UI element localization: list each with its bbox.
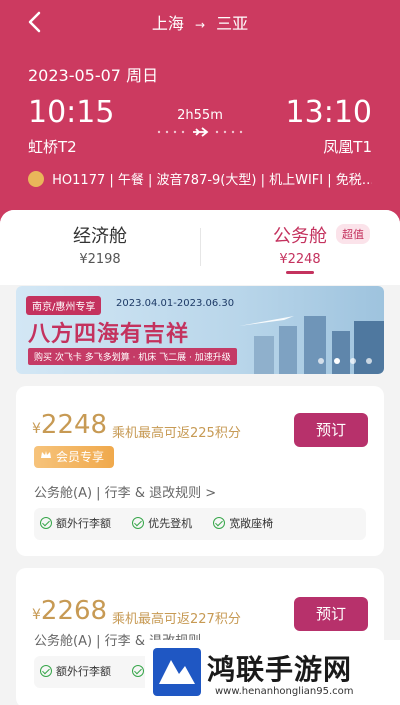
member-label: 会员专享 <box>56 450 105 464</box>
crown-icon <box>41 451 51 458</box>
perk-item: 宽敞座椅 <box>213 508 273 540</box>
banner-date: 2023.04.01-2023.06.30 <box>116 298 235 309</box>
fare-price: ¥2268 <box>32 596 107 626</box>
fare-card: ¥2248 乘机最高可返225积分 预订 会员专享 公务舱(A) | 行李 & … <box>16 386 384 556</box>
book-button[interactable]: 预订 <box>294 597 368 631</box>
flight-info[interactable]: HO1177 | 午餐 | 波音787-9(大型) | 机上WIFI | 免税… <box>28 169 372 188</box>
check-icon <box>40 517 52 529</box>
carousel-dot[interactable] <box>349 358 356 364</box>
perk-label: 优先登机 <box>148 517 193 530</box>
perk-label: 宽敞座椅 <box>229 517 274 530</box>
tab-business[interactable]: 公务舱 ¥2248 <box>200 210 400 285</box>
promo-banner[interactable]: 南京/惠州专享 2023.04.01-2023.06.30 八方四海有吉祥 购买… <box>16 286 384 374</box>
carousel-dot-active[interactable] <box>333 358 340 364</box>
site-watermark: 鸿联手游网 www.henanhonglian95.com <box>145 640 400 705</box>
tab-economy-label: 经济舱 <box>73 226 127 247</box>
currency-symbol: ¥ <box>32 421 41 437</box>
airline-logo-icon <box>28 171 44 187</box>
tab-economy[interactable]: 经济舱 ¥2198 <box>0 210 200 285</box>
watermark-title: 鸿联手游网 <box>207 653 353 686</box>
carousel-dot[interactable] <box>317 358 324 364</box>
check-icon <box>213 517 226 529</box>
cabin-tabs: 经济舱 ¥2198 公务舱 ¥2248 超值 <box>0 210 400 285</box>
flight-date: 2023-05-07 周日 <box>28 66 159 85</box>
fare-price: ¥2248 <box>32 410 107 440</box>
tab-business-label: 公务舱 <box>273 226 327 247</box>
perk-label: 额外行李额 <box>56 665 111 678</box>
perk-item: 额外行李额 <box>40 508 111 540</box>
book-button[interactable]: 预订 <box>294 413 368 447</box>
flight-header: 上海 → 三亚 2023-05-07 周日 10:15 13:10 2h55m … <box>0 0 400 240</box>
flight-duration: 2h55m <box>177 108 223 123</box>
fare-points: 乘机最高可返225积分 <box>112 426 241 441</box>
tab-economy-price: ¥2198 <box>79 252 121 267</box>
watermark-url: www.henanhonglian95.com <box>215 686 354 697</box>
banner-subline: 购买 次飞卡 多飞多划算 · 机床 飞二展 · 加速升级 <box>28 348 237 365</box>
carousel-dots[interactable] <box>313 349 372 368</box>
value-badge: 超值 <box>336 224 370 244</box>
banner-tag: 南京/惠州专享 <box>26 296 102 315</box>
carousel-dot[interactable] <box>366 358 372 364</box>
fare-amount: 2248 <box>40 410 108 440</box>
flight-info-text: HO1177 | 午餐 | 波音787-9(大型) | 机上WIFI | 免税… <box>52 173 372 188</box>
check-icon <box>132 517 145 529</box>
member-badge: 会员专享 <box>34 446 115 468</box>
perk-item: 额外行李额 <box>40 656 111 688</box>
destination-city: 三亚 <box>216 14 249 33</box>
fare-points: 乘机最高可返227积分 <box>112 612 241 627</box>
arrive-airport: 凤凰T1 <box>323 138 372 156</box>
watermark-logo-icon <box>153 648 201 696</box>
banner-slogan: 八方四海有吉祥 <box>28 322 190 347</box>
route-title: 上海 → 三亚 <box>0 10 400 34</box>
check-icon <box>132 665 145 677</box>
depart-airport: 虹桥T2 <box>28 138 77 156</box>
route-arrow-icon: → <box>194 18 206 32</box>
currency-symbol: ¥ <box>32 607 41 623</box>
tab-business-price: ¥2248 <box>200 252 400 274</box>
origin-city: 上海 <box>151 14 184 33</box>
check-icon <box>40 665 52 677</box>
perk-item: 优先登机 <box>132 508 192 540</box>
fare-rules-link[interactable]: 公务舱(A) | 行李 & 退改规则 > <box>34 482 216 501</box>
plane-icon <box>157 127 243 137</box>
fare-amount: 2268 <box>40 596 108 626</box>
perk-label: 额外行李额 <box>56 517 111 530</box>
perks-list: 额外行李额 优先登机 宽敞座椅 <box>34 508 366 540</box>
